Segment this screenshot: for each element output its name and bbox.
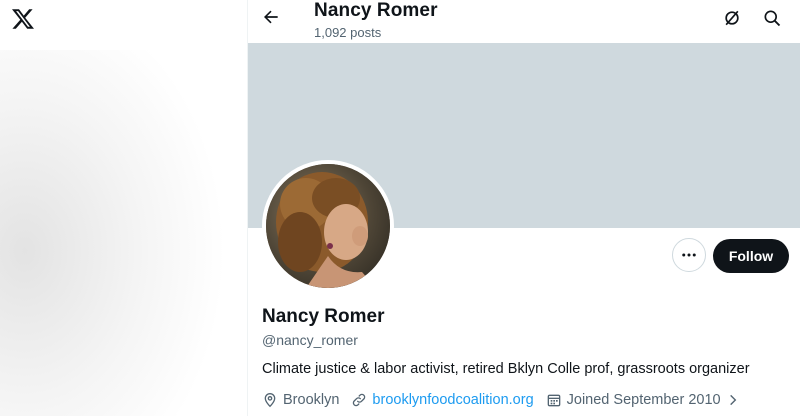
- arrow-left-icon: [264, 10, 278, 24]
- calendar-icon: [547, 394, 560, 407]
- app: Nancy Romer 1,092 posts Follow Nancy Rom…: [0, 0, 800, 416]
- avatar-photo: [266, 164, 390, 288]
- post-count: 1,092 posts: [314, 25, 382, 40]
- x-logo-icon[interactable]: [11, 7, 35, 31]
- joined-item: Joined September 2010: [546, 392, 740, 408]
- profile-header-bar: Nancy Romer 1,092 posts: [248, 0, 800, 43]
- logo-area: [0, 0, 247, 50]
- location-pin-icon: [264, 392, 276, 408]
- website-item: brooklynfoodcoalition.org: [351, 392, 534, 408]
- search-icon: [764, 10, 781, 27]
- grok-button[interactable]: [721, 7, 743, 29]
- profile-column: Nancy Romer 1,092 posts Follow Nancy Rom…: [248, 0, 800, 416]
- grok-icon: [725, 10, 739, 26]
- display-name: Nancy Romer: [262, 306, 385, 327]
- avatar[interactable]: [262, 160, 394, 292]
- joined-text: Joined September 2010: [566, 392, 721, 408]
- location-item: Brooklyn: [262, 392, 339, 408]
- location-text: Brooklyn: [283, 392, 340, 408]
- back-button[interactable]: [260, 6, 282, 28]
- follow-button[interactable]: Follow: [713, 239, 789, 273]
- profile-meta: Brooklyn brooklynfoodcoalition.org Joine…: [262, 390, 752, 410]
- website-link[interactable]: brooklynfoodcoalition.org: [372, 392, 533, 408]
- left-rail-backdrop: [0, 50, 247, 416]
- header-title: Nancy Romer: [314, 0, 438, 21]
- link-icon: [353, 393, 366, 407]
- left-rail: [0, 0, 247, 416]
- profile-bio: Climate justice & labor activist, retire…: [262, 361, 750, 377]
- chevron-right-icon[interactable]: [726, 393, 740, 407]
- search-button[interactable]: [761, 7, 783, 29]
- more-horizontal-icon: [682, 253, 696, 257]
- user-handle: @nancy_romer: [262, 332, 358, 348]
- more-button[interactable]: [672, 238, 706, 272]
